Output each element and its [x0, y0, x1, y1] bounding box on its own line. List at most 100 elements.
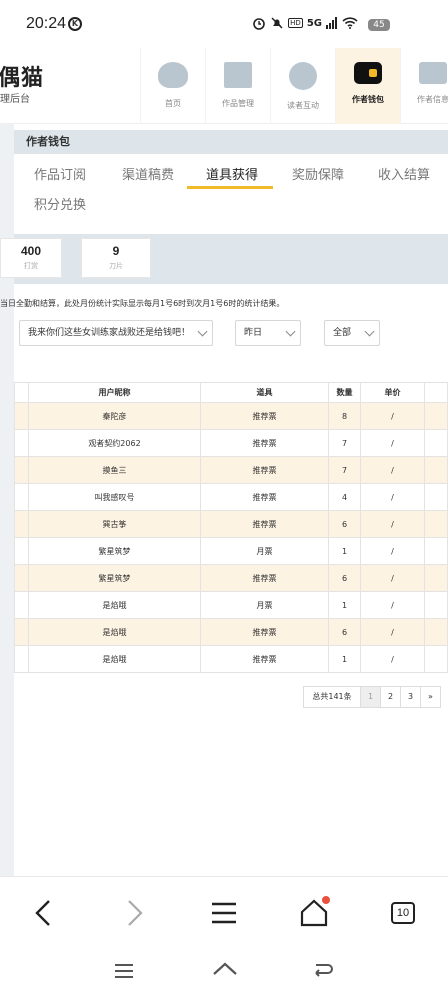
cell-unit-price: / [360, 483, 425, 511]
nav-item-readers[interactable]: 读者互动 [270, 48, 335, 124]
cell-nickname: 繁星筑梦 [28, 564, 201, 592]
back-arrow-icon[interactable] [27, 895, 63, 931]
cell-quantity: 1 [328, 591, 361, 619]
stat-card-blades: 9 刀片 [81, 238, 151, 278]
tab-rewards[interactable]: 奖励保障 [292, 164, 344, 183]
system-back-icon[interactable] [312, 961, 334, 979]
forward-arrow-icon[interactable] [117, 895, 153, 931]
cell-quantity: 7 [328, 456, 361, 484]
stat-label: 打赏 [24, 262, 38, 270]
cell-nickname: 观者契约2062 [28, 429, 201, 457]
nav-label: 作品管理 [222, 99, 254, 108]
network-label: 5G [306, 17, 322, 29]
date-select[interactable]: 昨日 [235, 320, 301, 346]
cell-item: 推荐票 [200, 429, 329, 457]
table-row: 秦陀彦 推荐票 8/ [14, 402, 448, 430]
table-cell-spacer [424, 591, 448, 619]
col-header-item: 道具 [200, 382, 329, 403]
book-icon [224, 62, 252, 88]
table-row: 是焰哦 月票 1/ [14, 591, 448, 619]
nav-label: 首页 [165, 99, 181, 108]
cell-unit-price: / [360, 564, 425, 592]
table-cell-spacer [14, 483, 29, 511]
cell-item: 推荐票 [200, 456, 329, 484]
battery-indicator: 45 [368, 19, 390, 31]
table-row: 繁星筑梦 月票 1/ [14, 537, 448, 565]
page-button-1[interactable]: 1 [360, 686, 381, 708]
cell-item: 月票 [200, 537, 329, 565]
table-row: 巽古筝 推荐票 6/ [14, 510, 448, 538]
nav-label: 作者钱包 [352, 95, 384, 104]
nav-item-author-info[interactable]: 作者信息 [400, 48, 448, 124]
cell-nickname: 摸鱼三 [28, 456, 201, 484]
table-cell-spacer [424, 645, 448, 673]
menu-icon[interactable] [206, 895, 242, 931]
tab-count-button[interactable]: 10 [391, 902, 415, 924]
chevron-down-icon [364, 326, 375, 337]
cell-nickname: 是焰哦 [28, 645, 201, 673]
paw-bubble-icon [289, 62, 317, 90]
recent-apps-icon[interactable] [114, 963, 134, 979]
cell-unit-price: / [360, 456, 425, 484]
alarm-icon [253, 18, 265, 30]
cell-nickname: 是焰哦 [28, 618, 201, 646]
nav-item-wallet[interactable]: 作者钱包 [335, 48, 400, 124]
cell-nickname: 叫我感叹号 [28, 483, 201, 511]
cell-item: 推荐票 [200, 402, 329, 430]
next-page-button[interactable]: » [420, 686, 441, 708]
nav-item-works[interactable]: 作品管理 [205, 48, 270, 124]
col-header-nickname: 用户昵称 [28, 382, 201, 403]
nav-item-home[interactable]: 首页 [140, 48, 205, 124]
cell-nickname: 是焰哦 [28, 591, 201, 619]
cell-item: 推荐票 [200, 564, 329, 592]
table-row: 是焰哦 推荐票 6/ [14, 618, 448, 646]
table-cell-spacer [14, 645, 29, 673]
home-icon[interactable] [296, 895, 332, 931]
tab-props[interactable]: 道具获得 [206, 164, 258, 183]
cell-item: 推荐票 [200, 618, 329, 646]
col-header-unit-price: 单价 [360, 382, 425, 403]
stat-value: 9 [112, 244, 120, 258]
table-cell-spacer [14, 510, 29, 538]
pagination-total: 总共141条 [303, 686, 361, 708]
table-row: 繁星筑梦 推荐票 6/ [14, 564, 448, 592]
date-select-value: 昨日 [244, 328, 263, 338]
table-cell-spacer [14, 456, 29, 484]
cell-quantity: 6 [328, 564, 361, 592]
chevron-down-icon [285, 326, 296, 337]
pagination: 总共141条 1 2 3 » [303, 686, 441, 708]
col-header-quantity: 数量 [328, 382, 361, 403]
sidebar-edge [0, 124, 14, 876]
page-button-3[interactable]: 3 [400, 686, 421, 708]
cell-item: 月票 [200, 591, 329, 619]
cell-quantity: 6 [328, 618, 361, 646]
tab-points[interactable]: 积分兑换 [34, 194, 86, 213]
cell-quantity: 1 [328, 537, 361, 565]
system-home-icon[interactable] [212, 960, 238, 982]
mute-icon [271, 17, 283, 29]
app-header: 偶猫 理后台 首页 作品管理 读者互动 作者钱包 作者信息 [0, 48, 448, 124]
stat-value: 400 [20, 244, 42, 258]
table-cell-spacer [424, 537, 448, 565]
wallet-icon [354, 62, 382, 84]
cell-nickname: 繁星筑梦 [28, 537, 201, 565]
clock: 20:24 [26, 15, 67, 32]
type-select[interactable]: 全部 [324, 320, 380, 346]
stat-label: 刀片 [109, 262, 123, 270]
tab-settlement[interactable]: 收入结算 [378, 164, 430, 183]
table-header-spacer [14, 382, 29, 403]
nav-label: 读者互动 [287, 101, 319, 110]
book-select[interactable]: 我来你们这些女训练家战败还是给钱吧！ [19, 320, 213, 346]
table-cell-spacer [424, 618, 448, 646]
table-cell-spacer [14, 591, 29, 619]
tab-channel-fees[interactable]: 渠道稿费 [122, 164, 174, 183]
tab-subscriptions[interactable]: 作品订阅 [34, 164, 86, 183]
table-cell-spacer [424, 456, 448, 484]
page-button-2[interactable]: 2 [380, 686, 401, 708]
table-cell-spacer [14, 402, 29, 430]
browser-toolbar: 10 [0, 876, 448, 948]
table-cell-spacer [424, 564, 448, 592]
logo-title: 偶猫 [0, 65, 45, 91]
cell-item: 推荐票 [200, 645, 329, 673]
cell-unit-price: / [360, 510, 425, 538]
